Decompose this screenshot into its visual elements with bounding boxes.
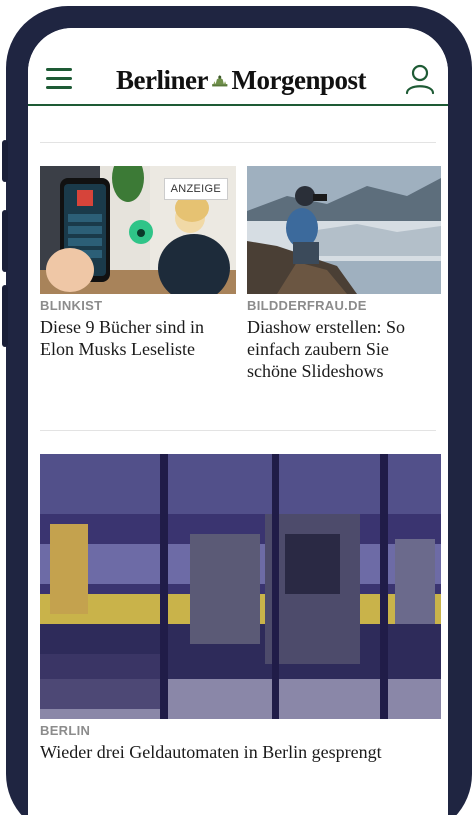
site-header: Berliner Morgenpost [28, 28, 448, 106]
teaser-source: BILDDERFRAU.DE [247, 298, 367, 313]
logo-text-left: Berliner [116, 64, 208, 95]
phone-volume-down-button [2, 285, 8, 347]
teaser-headline[interactable]: Diese 9 Bücher sind in Elon Musks Leseli… [40, 316, 236, 360]
teaser-image [247, 166, 441, 294]
lead-source: BERLIN [40, 723, 91, 738]
account-button[interactable] [403, 62, 437, 96]
teaser-card-bildderfrau[interactable]: BILDDERFRAU.DE Diashow erstellen: So ein… [247, 166, 441, 382]
phone-screen: Berliner Morgenpost ANZEIGE BLINKIST Die… [28, 28, 448, 815]
lead-article-image [40, 454, 441, 719]
teaser-source: BLINKIST [40, 298, 103, 313]
teaser-headline[interactable]: Diashow erstellen: So einfach zaubern Si… [247, 316, 441, 382]
logo-text-right: Morgenpost [231, 64, 367, 95]
teaser-image-graphic [247, 166, 441, 294]
user-icon [405, 64, 435, 95]
section-divider [40, 142, 436, 143]
phone-side-button [2, 140, 8, 182]
menu-button[interactable] [46, 68, 72, 89]
site-logo[interactable]: Berliner Morgenpost [116, 64, 367, 96]
lead-headline[interactable]: Wieder drei Geldautomaten in Berlin gesp… [40, 741, 441, 763]
ad-badge: ANZEIGE [163, 178, 228, 200]
lead-article-card[interactable]: BERLIN Wieder drei Geldautomaten in Berl… [40, 454, 441, 763]
lead-image-graphic [40, 454, 441, 719]
phone-volume-up-button [2, 210, 8, 272]
bear-emblem-icon [212, 74, 228, 87]
section-divider [40, 430, 436, 431]
hamburger-icon [46, 68, 72, 89]
teaser-card-blinkist[interactable]: ANZEIGE BLINKIST Diese 9 Bücher sind in … [40, 166, 236, 360]
teaser-image: ANZEIGE [40, 166, 236, 294]
